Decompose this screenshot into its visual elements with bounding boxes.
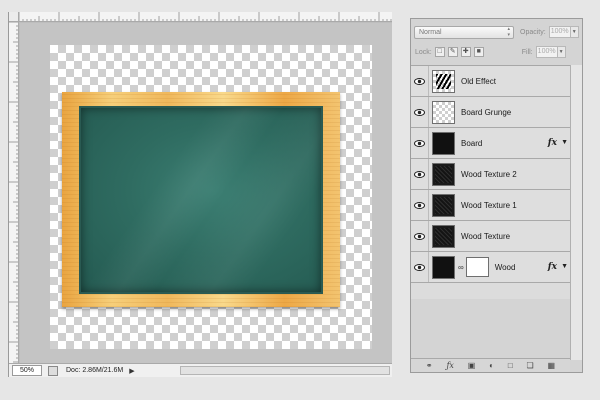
zoom-field[interactable]: 50% bbox=[12, 365, 42, 376]
visibility-eye-icon[interactable] bbox=[411, 97, 429, 127]
lock-transparency-icon[interactable]: □ bbox=[434, 47, 445, 57]
visibility-eye-icon[interactable] bbox=[411, 190, 429, 220]
visibility-eye-icon[interactable] bbox=[411, 252, 429, 282]
status-bar: 50% Doc: 2.86M/21.6M ▶ bbox=[9, 363, 392, 377]
status-page-icon[interactable] bbox=[48, 365, 58, 376]
canvas-area[interactable] bbox=[20, 23, 392, 363]
layer-name: Wood Texture 1 bbox=[461, 200, 517, 210]
layer-effects-fx-icon[interactable]: fx bbox=[548, 138, 557, 148]
fill-dropdown-icon[interactable]: ▼ bbox=[557, 46, 566, 58]
adjustment-icon[interactable]: ◐ bbox=[489, 361, 494, 371]
layer-name: Old Effect bbox=[461, 76, 496, 86]
wood-frame bbox=[62, 92, 340, 307]
document-window: 50% Doc: 2.86M/21.6M ▶ bbox=[8, 12, 392, 377]
layer-row[interactable]: Board fx ▼ bbox=[411, 128, 570, 159]
layer-name: Wood Texture bbox=[461, 231, 511, 241]
layer-thumbnail bbox=[432, 224, 455, 248]
visibility-eye-icon[interactable] bbox=[411, 221, 429, 251]
fx-icon[interactable]: ƒx bbox=[446, 361, 453, 371]
ruler-origin[interactable] bbox=[9, 12, 19, 22]
link-layers-icon[interactable]: ⚭ bbox=[426, 361, 433, 371]
new-layer-icon[interactable]: ❏ bbox=[526, 361, 533, 371]
layer-thumbnail bbox=[432, 69, 455, 93]
lock-options-row: Lock: □ ✎ ✚ ■ Fill: 100% ▼ bbox=[411, 42, 582, 62]
mask-link-chain-icon[interactable]: ∞ bbox=[458, 263, 464, 272]
chalkboard bbox=[79, 106, 323, 294]
layer-row[interactable]: Wood Texture 1 bbox=[411, 190, 570, 221]
lock-position-icon[interactable]: ✚ bbox=[460, 47, 471, 57]
document-size-info: Doc: 2.86M/21.6M bbox=[66, 367, 124, 374]
layer-thumbnail bbox=[432, 193, 455, 217]
transparent-document[interactable] bbox=[50, 45, 372, 349]
layer-thumbnail bbox=[432, 100, 455, 124]
layer-thumbnail bbox=[432, 131, 455, 155]
layer-row[interactable]: ∞ Wood fx ▼ bbox=[411, 252, 570, 283]
layer-row[interactable]: Wood Texture bbox=[411, 221, 570, 252]
visibility-eye-icon[interactable] bbox=[411, 128, 429, 158]
status-menu-arrow-icon[interactable]: ▶ bbox=[129, 367, 134, 375]
layer-name: Wood bbox=[494, 262, 516, 272]
blend-options-row: Normal Opacity: 100% ▼ bbox=[411, 22, 582, 42]
expand-effects-arrow-icon[interactable]: ▼ bbox=[561, 139, 568, 146]
horizontal-ruler-ticks bbox=[19, 12, 392, 21]
visibility-eye-icon[interactable] bbox=[411, 66, 429, 96]
layer-effects-fx-icon[interactable]: fx bbox=[548, 262, 557, 272]
fill-label: Fill: bbox=[521, 48, 533, 56]
photoshop-workspace: 50% Doc: 2.86M/21.6M ▶ Normal Opacity: 1… bbox=[0, 0, 600, 400]
layer-list: Old Effect Board Grunge Board fx ▼ Wood … bbox=[411, 65, 570, 299]
opacity-dropdown-icon[interactable]: ▼ bbox=[570, 26, 579, 38]
layers-scrollbar[interactable] bbox=[570, 65, 582, 360]
layer-name: Wood Texture 2 bbox=[461, 169, 517, 179]
horizontal-scrollbar[interactable] bbox=[180, 366, 390, 375]
layer-row[interactable]: Board Grunge bbox=[411, 97, 570, 128]
fill-field[interactable]: 100% bbox=[535, 46, 558, 58]
opacity-field[interactable]: 100% bbox=[548, 26, 571, 38]
layer-thumbnail bbox=[432, 162, 455, 186]
layer-name: Board bbox=[461, 138, 483, 148]
horizontal-ruler[interactable] bbox=[19, 12, 392, 22]
layer-row[interactable]: Old Effect bbox=[411, 66, 570, 97]
opacity-label: Opacity: bbox=[520, 28, 546, 36]
trash-icon[interactable]: ▦ bbox=[547, 361, 555, 371]
vertical-ruler[interactable] bbox=[9, 22, 19, 363]
layer-name: Board Grunge bbox=[461, 107, 512, 117]
vertical-ruler-ticks bbox=[9, 22, 18, 363]
layer-mask-thumbnail[interactable] bbox=[465, 257, 489, 277]
lock-pixels-icon[interactable]: ✎ bbox=[447, 47, 458, 57]
mask-icon[interactable]: ▣ bbox=[468, 361, 476, 371]
blend-mode-select[interactable]: Normal bbox=[414, 25, 514, 39]
layer-thumbnail bbox=[432, 255, 455, 279]
lock-label: Lock: bbox=[415, 48, 432, 56]
group-icon[interactable]: □ bbox=[508, 361, 513, 371]
expand-effects-arrow-icon[interactable]: ▼ bbox=[561, 263, 568, 270]
visibility-eye-icon[interactable] bbox=[411, 159, 429, 189]
layers-footer-toolbar: ⚭ ƒx ▣ ◐ □ ❏ ▦ bbox=[411, 358, 570, 372]
layer-row[interactable]: Wood Texture 2 bbox=[411, 159, 570, 190]
lock-all-icon[interactable]: ■ bbox=[473, 47, 484, 57]
layers-panel: Normal Opacity: 100% ▼ Lock: □ ✎ ✚ ■ Fil… bbox=[410, 18, 583, 373]
